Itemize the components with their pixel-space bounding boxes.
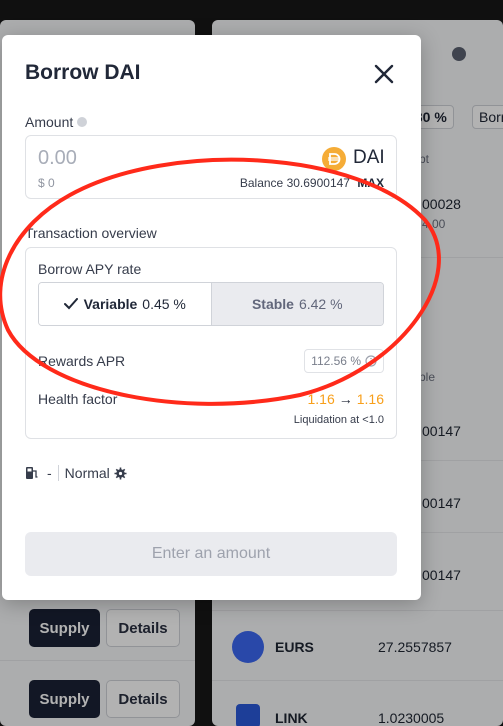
rewards-apr-badge[interactable]: 112.56 % bbox=[304, 349, 384, 373]
token-symbol: LINK bbox=[275, 710, 308, 726]
checkmark-icon bbox=[63, 298, 78, 310]
row-sub-value: 4.00 bbox=[422, 217, 446, 231]
amount-input[interactable] bbox=[38, 147, 238, 170]
balance-text: Balance 30.6900147 MAX bbox=[239, 176, 384, 190]
submit-button[interactable]: Enter an amount bbox=[25, 532, 397, 576]
row-value: 1.0230005 bbox=[378, 710, 445, 726]
gas-value: - bbox=[47, 465, 52, 481]
details-button[interactable]: Details bbox=[106, 680, 180, 718]
divider bbox=[57, 465, 59, 481]
row-value: 00147 bbox=[422, 567, 461, 583]
arrow-right-icon: → bbox=[338, 391, 353, 407]
gas-speed[interactable]: Normal bbox=[65, 465, 110, 481]
gear-icon[interactable] bbox=[452, 47, 466, 61]
health-factor-values: 1.16 → 1.16 bbox=[307, 391, 385, 407]
row-divider bbox=[0, 660, 195, 661]
gear-icon[interactable] bbox=[114, 467, 127, 480]
supply-button[interactable]: Supply bbox=[29, 609, 100, 647]
modal-title: Borrow DAI bbox=[25, 61, 141, 84]
stable-rate-option[interactable]: Stable 6.42 % bbox=[210, 283, 383, 325]
close-button[interactable] bbox=[372, 62, 396, 86]
row-divider bbox=[212, 680, 503, 681]
info-icon bbox=[365, 355, 377, 367]
row-value: 27.2557857 bbox=[378, 639, 452, 655]
row-value: 00147 bbox=[422, 495, 461, 511]
liquidation-threshold: Liquidation at <1.0 bbox=[293, 414, 384, 426]
column-label: ble bbox=[419, 370, 436, 384]
amount-field: $ 0 DAI Balance 30.6900147 MAX bbox=[25, 135, 397, 199]
variable-rate-option[interactable]: Variable 0.45 % bbox=[39, 283, 211, 325]
row-value: 00028 bbox=[422, 196, 461, 212]
row-value: 00147 bbox=[422, 423, 461, 439]
token-symbol: EURS bbox=[275, 639, 314, 655]
link-token-icon bbox=[236, 704, 260, 726]
borrow-chip[interactable]: Borr bbox=[472, 105, 503, 129]
amount-label: Amount bbox=[25, 114, 88, 130]
max-button[interactable]: MAX bbox=[357, 176, 384, 190]
gas-estimate: - Normal bbox=[25, 465, 127, 481]
close-icon bbox=[374, 64, 394, 84]
apy-label: Borrow APY rate bbox=[38, 261, 142, 277]
supply-button[interactable]: Supply bbox=[29, 680, 100, 718]
details-button[interactable]: Details bbox=[106, 609, 180, 647]
row-divider bbox=[212, 610, 503, 611]
eurs-token-icon bbox=[232, 631, 264, 663]
apy-rate-toggle: Variable 0.45 % Stable 6.42 % bbox=[38, 282, 384, 326]
dai-token-icon bbox=[322, 147, 346, 171]
transaction-overview: Borrow APY rate Variable 0.45 % Stable 6… bbox=[25, 247, 397, 439]
overview-label: Transaction overview bbox=[25, 225, 157, 241]
gas-pump-icon bbox=[26, 467, 38, 479]
rewards-apr-label: Rewards APR bbox=[38, 353, 126, 369]
borrow-modal: Borrow DAI Amount $ 0 DAI Balance 30.690… bbox=[2, 35, 421, 600]
info-icon[interactable] bbox=[77, 117, 88, 127]
token-symbol: DAI bbox=[353, 147, 385, 168]
usd-value: $ 0 bbox=[38, 176, 55, 190]
health-factor-label: Health factor bbox=[38, 391, 118, 407]
